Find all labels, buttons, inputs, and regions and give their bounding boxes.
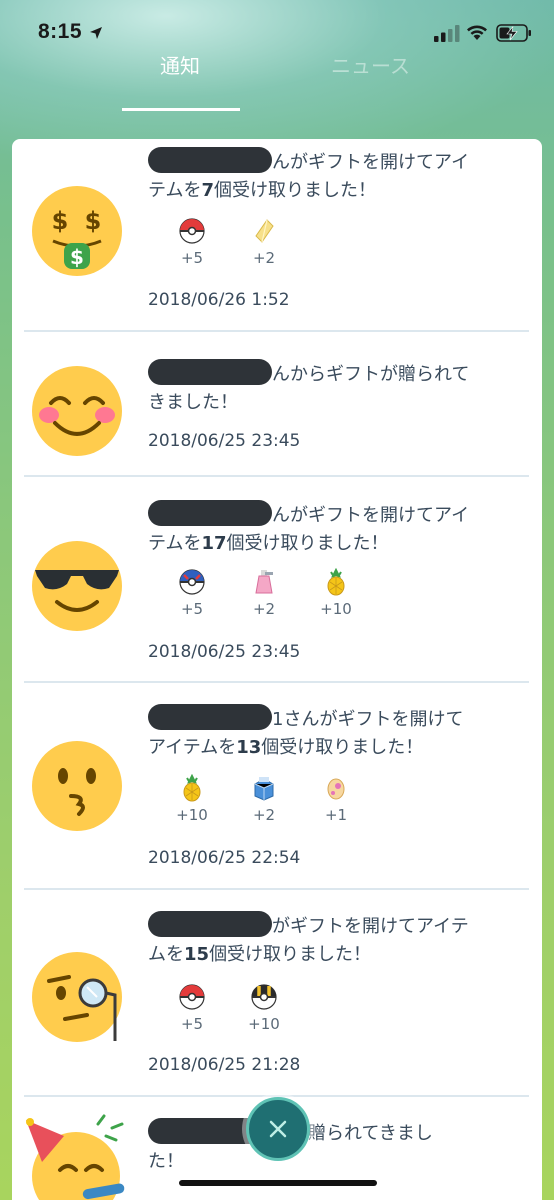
location-arrow-icon [90,27,102,39]
redacted-username [148,911,272,937]
notification-date: 2018/06/25 23:45 [148,431,301,451]
divider [24,330,529,332]
tab-news[interactable]: ニュース [331,50,410,79]
monocle-emoji-icon [32,952,122,1042]
notification-message: んがギフトを開けてアイ テムを7個受け取りました！ [148,147,508,205]
reward-item: +5 [162,983,222,1033]
notification-date: 2018/06/25 21:28 [148,1055,301,1075]
redacted-username [148,359,272,385]
battery-charging-icon [496,24,531,42]
revive-icon [254,777,274,801]
notification-list[interactable]: $ $ $ んがギフトを開けてアイ テムを7個受け取りました！ +5 +2 20… [12,139,542,1200]
notification-message: がギフトを開けてアイテ ムを15個受け取りました！ [148,911,508,969]
item-count: 7 [201,180,214,201]
smiling-blush-emoji-icon [32,366,122,456]
divider [24,475,529,477]
reward-item: +1 [306,774,366,824]
notification-date: 2018/06/26 1:52 [148,290,290,310]
kissing-emoji-icon [32,741,122,831]
svg-text:$: $ [52,207,69,235]
home-indicator[interactable] [179,1180,377,1186]
reward-item: +2 [234,217,294,267]
egg-icon [327,778,345,800]
wifi-icon [467,25,487,40]
divider [24,888,529,890]
ultra-ball-icon [251,984,277,1010]
money-mouth-emoji-icon: $ $ $ [32,186,122,276]
pinap-berry-icon [183,774,201,802]
notification-date: 2018/06/25 22:54 [148,848,301,868]
party-face-emoji-icon [26,1114,125,1200]
redacted-username [148,147,272,173]
notification-message: んからギフトが贈られて きました！ [148,359,508,417]
notification-date: 2018/06/25 23:45 [148,642,301,662]
reward-item: +2 [234,568,294,618]
redacted-username [148,704,272,730]
svg-text:$: $ [70,245,84,269]
close-icon [269,1120,287,1138]
stardust-icon [255,219,274,243]
reward-item: +10 [234,983,294,1033]
item-count: 15 [184,944,210,965]
poke-ball-icon [179,984,205,1010]
reward-item: +2 [234,774,294,824]
sunglasses-emoji-icon [32,541,122,631]
great-ball-icon [179,569,205,595]
notification-message: んがギフトを開けてアイ テムを17個受け取りました！ [148,500,508,558]
potion-icon [255,570,273,594]
active-tab-indicator [122,108,240,111]
reward-item: +10 [162,774,222,824]
status-time: 8:15 [38,20,83,43]
item-count: 17 [201,533,227,554]
svg-text:$: $ [85,207,102,235]
cellular-signal-icon [434,25,460,42]
status-bar: 8:15 [0,0,554,66]
reward-item: +5 [162,217,222,267]
reward-item: +5 [162,568,222,618]
redacted-username [148,500,272,526]
item-count: 13 [236,737,262,758]
tab-notifications[interactable]: 通知 [160,50,200,79]
reward-item: +10 [306,568,366,618]
pinap-berry-icon [327,568,345,596]
poke-ball-icon [179,218,205,244]
divider [24,681,529,683]
close-button[interactable] [246,1097,310,1161]
notification-message: 1さんがギフトを開けて アイテムを13個受け取りました！ [148,704,508,762]
notification-message: トが贈られてきまし た！ [148,1118,508,1176]
